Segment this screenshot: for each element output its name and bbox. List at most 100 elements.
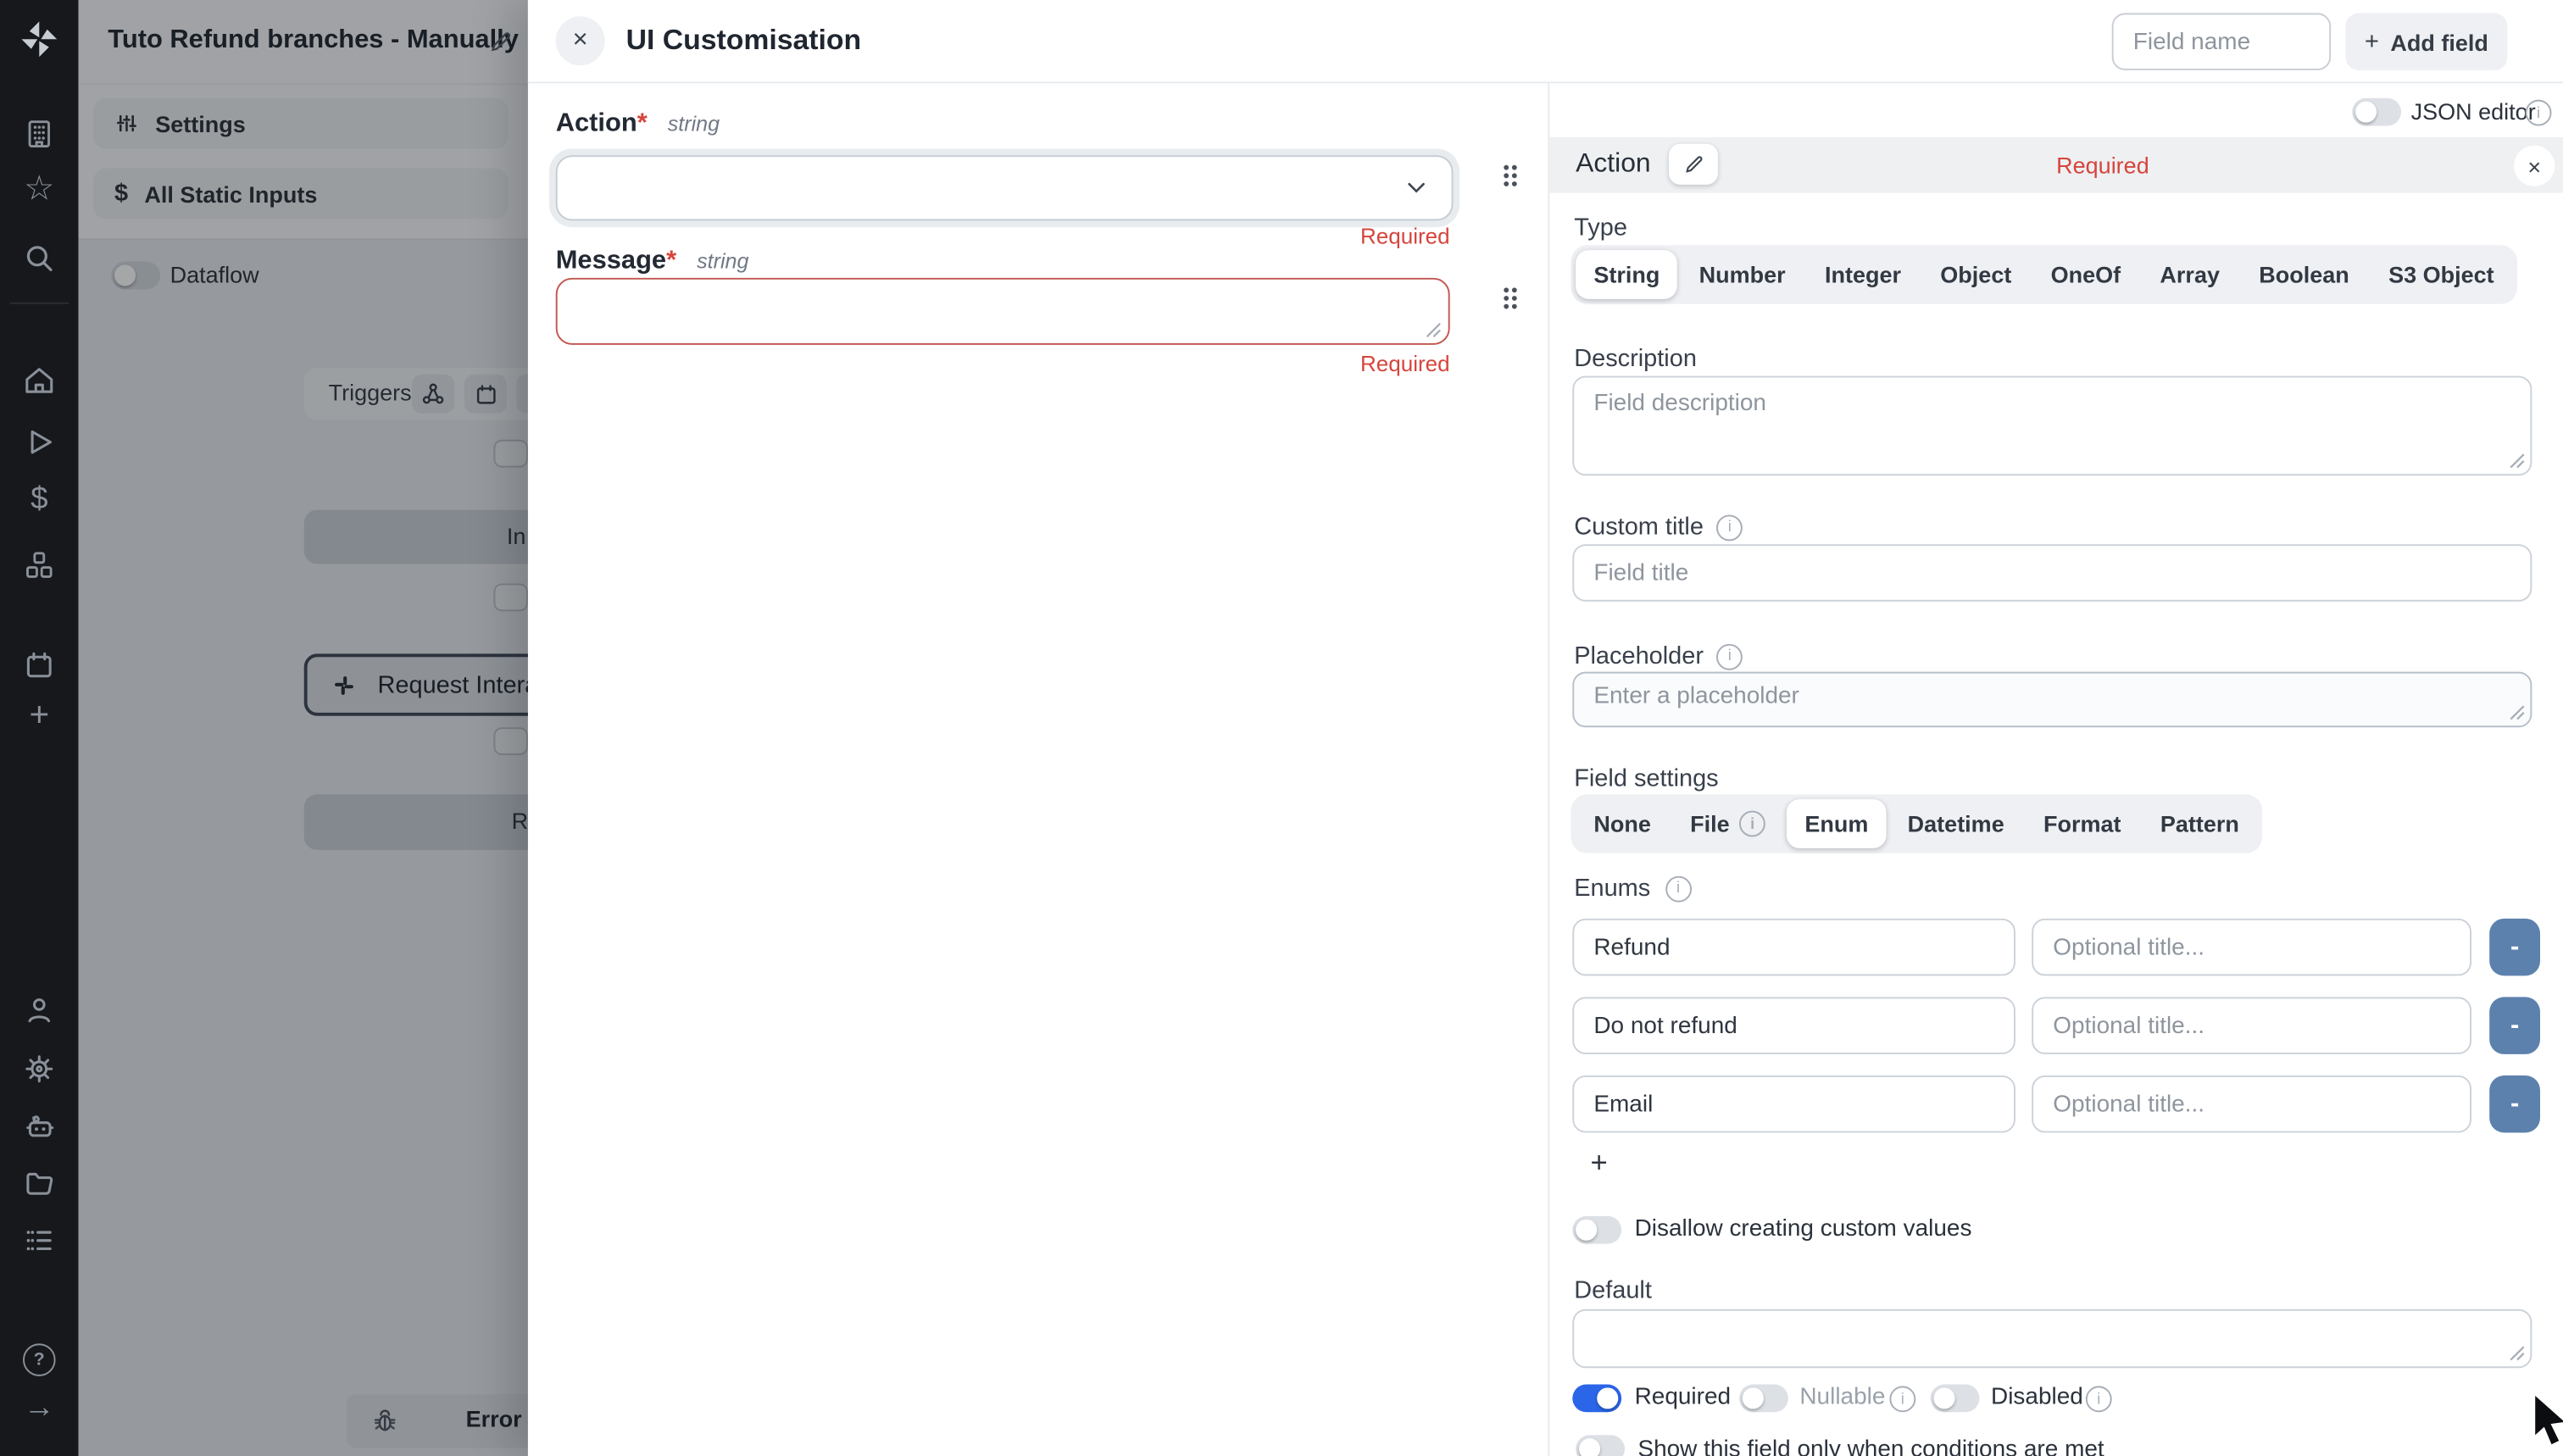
folder-icon[interactable] bbox=[0, 1167, 79, 1202]
plus-icon[interactable]: + bbox=[0, 699, 79, 732]
disallow-custom-values-toggle[interactable] bbox=[1572, 1216, 1621, 1244]
add-field-label: Add field bbox=[2390, 29, 2488, 55]
settings-tab-enum[interactable]: Enum bbox=[1787, 799, 1886, 848]
remove-enum-button[interactable]: - bbox=[2489, 919, 2540, 976]
type-tab-object[interactable]: Object bbox=[1922, 250, 2029, 299]
placeholder-textarea[interactable] bbox=[1572, 672, 2532, 728]
add-field-button[interactable]: + Add field bbox=[2345, 13, 2507, 69]
remove-enum-button[interactable]: - bbox=[2489, 997, 2540, 1053]
cubes-icon[interactable] bbox=[0, 549, 79, 582]
info-icon[interactable] bbox=[2526, 100, 2552, 126]
description-field-wrap bbox=[1572, 376, 2532, 476]
field-settings-segmented-control: None File Enum Datetime Format Pattern bbox=[1571, 794, 2261, 853]
enum-value-input[interactable] bbox=[1572, 997, 2015, 1053]
enums-label-row: Enums bbox=[1574, 875, 1691, 903]
remove-enum-button[interactable]: - bbox=[2489, 1075, 2540, 1133]
type-label: Type bbox=[1574, 214, 1627, 242]
custom-title-label-row: Custom title bbox=[1574, 514, 1743, 542]
default-field-wrap bbox=[1572, 1309, 2532, 1368]
type-tab-boolean[interactable]: Boolean bbox=[2241, 250, 2367, 299]
settings-tab-none[interactable]: None bbox=[1576, 799, 1669, 848]
field-required-badge: Required bbox=[2056, 152, 2149, 178]
expand-sidebar-icon[interactable]: → bbox=[0, 1392, 79, 1425]
info-icon[interactable] bbox=[1889, 1386, 1915, 1412]
chevron-down-icon bbox=[1404, 175, 1429, 199]
required-toggle-label: Required bbox=[1635, 1384, 1731, 1410]
message-required-message: Required bbox=[556, 352, 1450, 376]
drag-handle-icon[interactable] bbox=[1504, 165, 1509, 170]
type-tab-number[interactable]: Number bbox=[1681, 250, 1803, 299]
enum-title-input[interactable] bbox=[2032, 919, 2471, 976]
building-icon[interactable] bbox=[0, 118, 79, 151]
close-field-panel-button[interactable]: × bbox=[2514, 146, 2555, 186]
play-icon[interactable] bbox=[0, 426, 79, 458]
action-field-label: Action* string bbox=[556, 109, 720, 139]
settings-tab-datetime[interactable]: Datetime bbox=[1889, 799, 2021, 848]
info-icon[interactable] bbox=[1716, 514, 1743, 541]
enum-value-input[interactable] bbox=[1572, 1075, 2015, 1133]
info-icon[interactable] bbox=[1716, 643, 1743, 670]
robot-icon[interactable] bbox=[0, 1109, 79, 1144]
dollar-icon[interactable]: $ bbox=[0, 484, 79, 517]
field-settings-label: Field settings bbox=[1574, 765, 1718, 793]
calendar-icon[interactable] bbox=[0, 649, 79, 682]
placeholder-field-wrap bbox=[1572, 672, 2532, 728]
settings-tab-file[interactable]: File bbox=[1672, 799, 1783, 848]
required-star: * bbox=[637, 109, 648, 137]
type-tab-oneof[interactable]: OneOf bbox=[2032, 250, 2138, 299]
help-icon[interactable]: ? bbox=[0, 1343, 79, 1376]
home-icon[interactable] bbox=[0, 364, 79, 397]
field-name-input[interactable] bbox=[2112, 13, 2331, 69]
message-type-label: string bbox=[697, 248, 748, 273]
json-editor-toggle[interactable] bbox=[2352, 98, 2401, 126]
drag-handle-icon[interactable] bbox=[1504, 287, 1509, 292]
settings-tab-format[interactable]: Format bbox=[2026, 799, 2139, 848]
search-icon[interactable] bbox=[0, 242, 79, 275]
panel-divider bbox=[1548, 83, 1549, 1456]
settings-tab-pattern[interactable]: Pattern bbox=[2143, 799, 2257, 848]
modal-backdrop[interactable] bbox=[79, 0, 528, 1456]
resize-handle-icon[interactable] bbox=[2509, 704, 2525, 720]
conditions-label: Show this field only when conditions are… bbox=[1637, 1437, 2104, 1456]
conditions-toggle[interactable] bbox=[1576, 1435, 1625, 1456]
type-tab-s3object[interactable]: S3 Object bbox=[2371, 250, 2512, 299]
enum-title-input[interactable] bbox=[2032, 1075, 2471, 1133]
enums-label: Enums bbox=[1574, 875, 1650, 903]
close-modal-button[interactable]: × bbox=[556, 16, 605, 65]
nullable-toggle[interactable] bbox=[1739, 1384, 1788, 1412]
message-textarea[interactable] bbox=[556, 278, 1450, 345]
sidebar-divider bbox=[10, 303, 69, 304]
action-required-message: Required bbox=[556, 224, 1450, 248]
gear-icon[interactable] bbox=[0, 1053, 79, 1086]
action-select[interactable] bbox=[556, 155, 1454, 220]
type-tab-array[interactable]: Array bbox=[2142, 250, 2238, 299]
info-icon[interactable] bbox=[2086, 1386, 2112, 1412]
disabled-toggle[interactable] bbox=[1931, 1384, 1980, 1412]
star-icon[interactable]: ☆ bbox=[0, 173, 79, 206]
sidebar: ☆ $ bbox=[0, 0, 79, 1456]
disallow-custom-values-label: Disallow creating custom values bbox=[1635, 1216, 1972, 1242]
windmill-logo-icon[interactable] bbox=[0, 18, 79, 60]
enum-value-input[interactable] bbox=[1572, 919, 2015, 976]
user-icon[interactable] bbox=[0, 994, 79, 1027]
custom-title-label: Custom title bbox=[1574, 514, 1704, 542]
json-editor-label: JSON editor bbox=[2411, 98, 2536, 125]
edit-field-name-button[interactable] bbox=[1669, 144, 1718, 185]
resize-handle-icon[interactable] bbox=[1426, 322, 1442, 338]
default-textarea[interactable] bbox=[1572, 1309, 2532, 1368]
plus-icon: + bbox=[2365, 28, 2379, 56]
custom-title-input[interactable] bbox=[1572, 544, 2532, 601]
enum-title-input[interactable] bbox=[2032, 997, 2471, 1053]
type-tab-integer[interactable]: Integer bbox=[1807, 250, 1919, 299]
add-enum-button[interactable]: + bbox=[1590, 1146, 1607, 1181]
description-textarea[interactable] bbox=[1572, 376, 2532, 476]
message-field-label: Message* string bbox=[556, 247, 749, 276]
placeholder-label: Placeholder bbox=[1574, 642, 1704, 670]
required-toggle[interactable] bbox=[1572, 1384, 1621, 1412]
type-tab-string[interactable]: String bbox=[1576, 250, 1677, 299]
resize-handle-icon[interactable] bbox=[2509, 1345, 2525, 1361]
resize-handle-icon[interactable] bbox=[2509, 453, 2525, 469]
info-icon[interactable] bbox=[1665, 875, 1692, 902]
disabled-toggle-label: Disabled bbox=[1991, 1384, 2083, 1410]
list-icon[interactable] bbox=[0, 1224, 79, 1257]
